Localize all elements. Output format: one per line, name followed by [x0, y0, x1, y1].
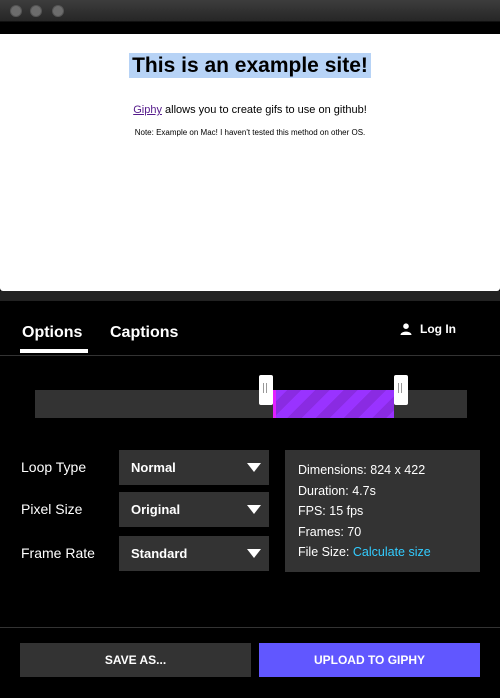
loop-type-label: Loop Type	[21, 459, 87, 475]
trim-start-handle[interactable]	[258, 375, 273, 405]
chevron-down-icon	[247, 549, 261, 558]
pixel-size-value: Original	[131, 502, 181, 517]
loop-type-value: Normal	[131, 460, 176, 475]
giphy-link[interactable]: Giphy	[133, 104, 162, 116]
trim-end-handle[interactable]	[393, 375, 408, 405]
pixel-size-label: Pixel Size	[21, 501, 83, 517]
login-label: Log In	[420, 322, 456, 336]
footer-divider	[0, 627, 500, 628]
tabs-divider	[0, 355, 500, 356]
pixel-size-select[interactable]: Original	[119, 492, 269, 527]
duration-text: Duration: 4.7s	[298, 483, 376, 498]
site-intro-text: allows you to create gifs to use on gith…	[161, 104, 367, 116]
capture-preview: This is an example site! Giphy allows yo…	[0, 34, 500, 291]
gif-info-panel: Dimensions: 824 x 422 Duration: 4.7s FPS…	[285, 450, 480, 572]
file-size-row: File Size: Calculate size	[298, 542, 467, 563]
save-as-button[interactable]: SAVE AS...	[20, 643, 251, 677]
site-intro-line: Giphy allows you to create gifs to use o…	[0, 104, 500, 116]
frame-rate-select[interactable]: Standard	[119, 536, 269, 571]
login-button[interactable]: Log In	[400, 322, 456, 336]
upload-to-giphy-button[interactable]: UPLOAD TO GIPHY	[259, 643, 480, 677]
fps-text: FPS: 15 fps	[298, 504, 364, 518]
active-tab-indicator	[20, 349, 88, 353]
loop-type-select[interactable]: Normal	[119, 450, 269, 485]
preview-divider	[0, 291, 500, 301]
playhead	[272, 390, 276, 418]
site-title-text: This is an example site!	[129, 53, 371, 78]
minimize-window-button[interactable]	[30, 5, 42, 17]
calculate-size-link[interactable]: Calculate size	[353, 545, 431, 559]
file-size-label: File Size:	[298, 545, 353, 559]
tab-options[interactable]: Options	[22, 324, 82, 342]
trim-selection[interactable]	[272, 390, 394, 418]
chevron-down-icon	[247, 505, 261, 514]
close-window-button[interactable]	[10, 5, 22, 17]
maximize-window-button[interactable]	[52, 5, 64, 17]
site-title: This is an example site!	[0, 53, 500, 78]
frame-rate-value: Standard	[131, 546, 188, 561]
frame-rate-label: Frame Rate	[21, 545, 95, 561]
dimensions-text: Dimensions: 824 x 422	[298, 463, 426, 477]
tab-captions[interactable]: Captions	[110, 324, 178, 342]
frames-text: Frames: 70	[298, 524, 362, 539]
chevron-down-icon	[247, 463, 261, 472]
site-note: Note: Example on Mac! I haven't tested t…	[134, 128, 366, 137]
user-icon	[400, 323, 412, 335]
window-titlebar	[0, 0, 500, 22]
